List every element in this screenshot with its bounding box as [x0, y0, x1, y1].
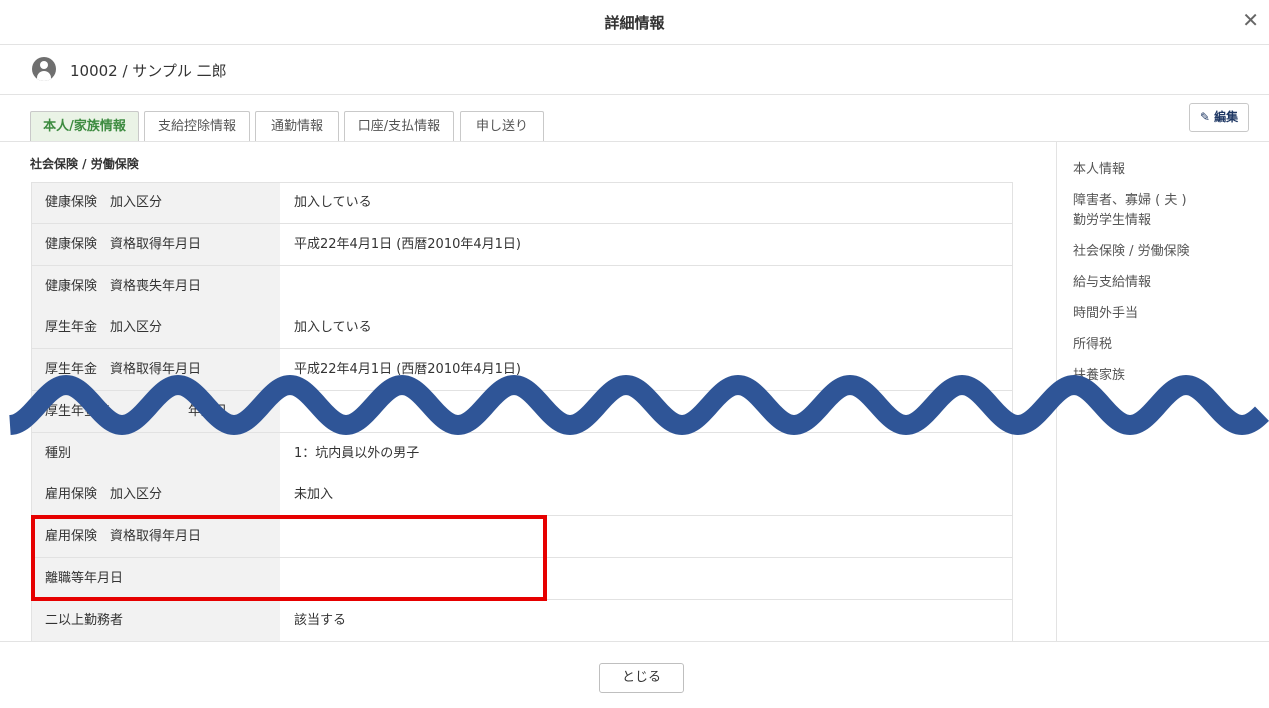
row-label: 健康保険 資格取得年月日 — [31, 224, 280, 265]
row-value: 平成22年4月1日 (西暦2010年4月1日) — [280, 349, 1013, 390]
row-label: 厚生年金基 年月日 — [31, 391, 280, 432]
row-label: 雇用保険 資格取得年月日 — [31, 516, 280, 557]
table-row: 雇用保険 資格取得年月日 — [31, 516, 1013, 558]
row-label: 雇用保険 加入区分 — [31, 474, 280, 515]
table-row: 健康保険 資格喪失年月日 — [31, 266, 1013, 308]
row-label: 厚生年金 加入区分 — [31, 307, 280, 348]
table-row: 厚生年金 資格取得年月日 平成22年4月1日 (西暦2010年4月1日) — [31, 349, 1013, 391]
table-row: 健康保険 加入区分 加入している — [31, 182, 1013, 224]
nav-item-disability[interactable]: 障害者、寡婦 ( 夫 ) 勤労学生情報 — [1073, 191, 1198, 231]
row-value — [280, 266, 1013, 307]
row-label: 厚生年金 資格取得年月日 — [31, 349, 280, 390]
close-icon[interactable]: ✕ — [1242, 9, 1259, 31]
row-value — [280, 391, 1013, 432]
nav-item-overtime[interactable]: 時間外手当 — [1073, 304, 1263, 324]
row-label: 健康保険 資格喪失年月日 — [31, 266, 280, 307]
row-label: 二以上勤務者 — [31, 600, 280, 641]
nav-item-personal[interactable]: 本人情報 — [1073, 160, 1263, 180]
edit-label: 編集 — [1214, 110, 1239, 124]
row-label: 健康保険 加入区分 — [31, 182, 280, 223]
row-value — [280, 558, 1013, 599]
tab-personal-family[interactable]: 本人/家族情報 — [30, 111, 139, 141]
row-value: 1：坑内員以外の男子 — [280, 433, 1013, 474]
tab-underline — [0, 141, 1269, 142]
tab-notes[interactable]: 申し送り — [460, 111, 544, 141]
dialog-footer: とじる — [0, 641, 1269, 708]
table-row: 離職等年月日 — [31, 558, 1013, 600]
dialog-title: 詳細情報 — [604, 14, 665, 32]
tab-account-payment[interactable]: 口座/支払情報 — [344, 111, 454, 141]
section-nav: 本人情報 障害者、寡婦 ( 夫 ) 勤労学生情報 社会保険 / 労働保険 給与支… — [1073, 160, 1263, 397]
row-value — [280, 516, 1013, 557]
nav-item-income-tax[interactable]: 所得税 — [1073, 335, 1263, 355]
row-label: 離職等年月日 — [31, 558, 280, 599]
edit-button[interactable]: ✎ 編集 — [1189, 103, 1249, 132]
table-row: 厚生年金 加入区分 加入している — [31, 307, 1013, 349]
row-value: 加入している — [280, 307, 1013, 348]
row-value: 該当する — [280, 600, 1013, 641]
employee-name: 10002 / サンプル 二郎 — [70, 62, 227, 80]
employee-bar: 10002 / サンプル 二郎 — [0, 45, 1269, 95]
nav-item-dependents[interactable]: 扶養家族 — [1073, 366, 1263, 386]
table-row: 種別 1：坑内員以外の男子 — [31, 433, 1013, 475]
table-row: 雇用保険 加入区分 未加入 — [31, 474, 1013, 516]
row-value: 加入している — [280, 182, 1013, 223]
tab-payment-deduction[interactable]: 支給控除情報 — [144, 111, 250, 141]
pencil-icon: ✎ — [1199, 110, 1210, 124]
section-title: 社会保険 / 労働保険 — [30, 157, 139, 171]
row-value: 未加入 — [280, 474, 1013, 515]
dialog-header: 詳細情報 ✕ — [0, 0, 1269, 45]
nav-item-social-insurance[interactable]: 社会保険 / 労働保険 — [1073, 242, 1263, 262]
nav-item-salary[interactable]: 給与支給情報 — [1073, 273, 1263, 293]
row-label: 種別 — [31, 433, 280, 474]
table-row: 厚生年金基 年月日 — [31, 391, 1013, 433]
table-row: 健康保険 資格取得年月日 平成22年4月1日 (西暦2010年4月1日) — [31, 224, 1013, 266]
sidebar-divider — [1056, 142, 1057, 642]
table-row: 二以上勤務者 該当する — [31, 600, 1013, 642]
row-value: 平成22年4月1日 (西暦2010年4月1日) — [280, 224, 1013, 265]
tab-commute[interactable]: 通勤情報 — [255, 111, 339, 141]
close-button[interactable]: とじる — [599, 663, 684, 693]
avatar — [32, 57, 56, 81]
